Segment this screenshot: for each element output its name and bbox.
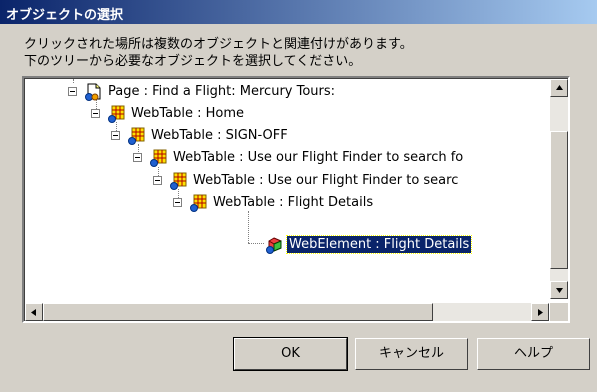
node-label: WebElement : Flight Details [285, 235, 473, 254]
collapse-icon[interactable] [153, 176, 162, 185]
scroll-down-button[interactable] [550, 281, 568, 299]
dialog-title: オブジェクトの選択 [6, 8, 124, 23]
title-bar: オブジェクトの選択 [0, 0, 597, 24]
tree-node-webtable-flight-finder-2[interactable]: WebTable : Use our Flight Finder to sear… [153, 170, 548, 191]
collapse-icon[interactable] [173, 198, 182, 207]
help-button[interactable]: ヘルプ [477, 338, 590, 370]
collapse-icon[interactable] [133, 153, 142, 162]
vertical-scroll-thumb[interactable] [550, 131, 568, 269]
tree-node-webelement-flight-details[interactable]: WebElement : Flight Details [243, 234, 548, 255]
webtable-icon [107, 104, 127, 124]
scrollbar-corner [550, 303, 568, 321]
arrow-left-icon [31, 309, 36, 316]
arrow-right-icon [538, 309, 543, 316]
tree-node-webtable-signoff[interactable]: WebTable : SIGN-OFF [111, 125, 548, 146]
arrow-down-icon [556, 288, 563, 293]
vertical-scrollbar[interactable] [550, 79, 568, 299]
object-tree[interactable]: Page : Find a Flight: Mercury Tours: Web… [22, 76, 570, 323]
ok-button[interactable]: OK [233, 337, 348, 371]
instruction-text: クリックされた場所は複数のオブジェクトと関連付けがあります。 下のツリーから必要… [24, 36, 584, 70]
webtable-icon [127, 126, 147, 146]
message-line-2: 下のツリーから必要なオブジェクトを選択してください。 [24, 54, 362, 69]
cancel-button[interactable]: キャンセル [355, 338, 468, 370]
webelement-icon [265, 235, 285, 255]
tree-node-webtable-home[interactable]: WebTable : Home [91, 103, 548, 124]
scroll-left-button[interactable] [25, 303, 43, 321]
horizontal-scrollbar[interactable] [25, 303, 549, 321]
page-icon [84, 82, 104, 102]
node-label: WebTable : Use our Flight Finder to sear… [193, 173, 459, 188]
webtable-icon [189, 193, 209, 213]
scroll-right-button[interactable] [531, 303, 549, 321]
tree-node-webtable-flight-details[interactable]: WebTable : Flight Details [173, 192, 548, 213]
node-label: WebTable : Home [131, 106, 244, 121]
tree-node-webtable-flight-finder-1[interactable]: WebTable : Use our Flight Finder to sear… [133, 147, 548, 168]
node-label: WebTable : Flight Details [213, 195, 374, 210]
collapse-icon[interactable] [68, 87, 77, 96]
tree-viewport: Page : Find a Flight: Mercury Tours: Web… [25, 79, 549, 299]
node-label: Page : Find a Flight: Mercury Tours: [108, 84, 336, 99]
collapse-icon[interactable] [91, 109, 100, 118]
scroll-up-button[interactable] [550, 79, 568, 97]
node-label: WebTable : SIGN-OFF [151, 128, 288, 143]
webtable-icon [149, 148, 169, 168]
arrow-up-icon [556, 85, 563, 90]
webtable-icon [169, 171, 189, 191]
tree-node-page[interactable]: Page : Find a Flight: Mercury Tours: [68, 81, 548, 102]
node-label: WebTable : Use our Flight Finder to sear… [173, 150, 464, 165]
collapse-icon[interactable] [111, 131, 120, 140]
message-line-1: クリックされた場所は複数のオブジェクトと関連付けがあります。 [24, 37, 413, 52]
horizontal-scroll-thumb[interactable] [43, 303, 433, 321]
